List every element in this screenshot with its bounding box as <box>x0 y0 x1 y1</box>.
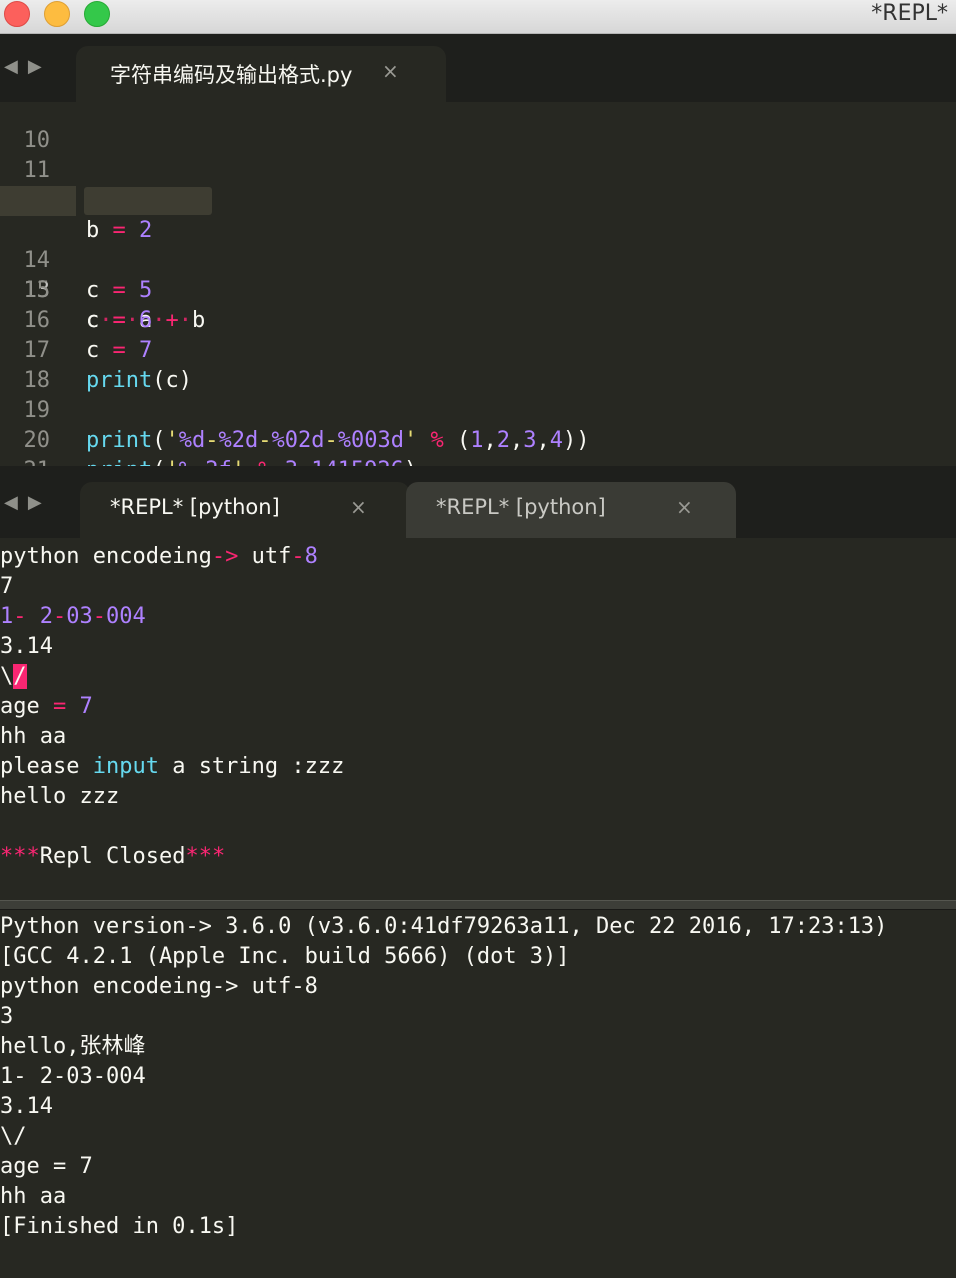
selection-highlight <box>84 187 212 215</box>
output-line: \/ <box>0 664 27 689</box>
console-line: python encodeing-> utf-8 <box>0 974 318 999</box>
console-line: age = 7 <box>0 1154 93 1179</box>
prev-tab-icon[interactable]: ◀ <box>4 492 28 513</box>
code-line: 16 c = 7 <box>0 276 956 363</box>
code-line: 21 print('\\/') <box>0 426 956 466</box>
code-line: 14 c = 5 <box>0 216 956 303</box>
code-line: 12 b = 2 <box>0 156 956 243</box>
output-line: hello zzz <box>0 784 120 809</box>
repl-tab-bar: ◀▶ *REPL* [python] × *REPL* [python] × <box>0 466 956 538</box>
window-title: *REPL* <box>871 1 948 26</box>
console-line: [GCC 4.2.1 (Apple Inc. build 5666) (dot … <box>0 944 570 969</box>
console-line: hh aa <box>0 1184 67 1209</box>
zoom-window-button[interactable] <box>84 1 110 27</box>
tab-nav: ◀▶ <box>4 56 52 77</box>
code-line: 10 <box>0 102 956 153</box>
code-line-current: 13 c·=·a·+·b <box>0 186 956 333</box>
tab-nav: ◀▶ <box>4 492 52 513</box>
output-line: please input a string :zzz <box>0 754 345 779</box>
output-line: 3.14 <box>0 634 53 659</box>
tab-label: *REPL* [python] <box>436 495 606 519</box>
editor-tab-bar: ◀▶ 字符串编码及输出格式.py × <box>0 34 956 102</box>
close-tab-icon[interactable]: × <box>350 495 367 519</box>
tab-repl-1[interactable]: *REPL* [python] × <box>80 482 410 538</box>
code-line: 17 print(c) <box>0 306 956 393</box>
build-output-panel[interactable]: Python version-> 3.6.0 (v3.6.0:41df79263… <box>0 910 956 1278</box>
output-line: hh aa <box>0 724 67 749</box>
console-line: 1- 2-03-004 <box>0 1064 146 1089</box>
code-line: 20 print('%.2f' % 3.1415926) <box>0 396 956 466</box>
code-editor[interactable]: 10 11 a = 1 12 b = 2 13 c·=·a·+·b 14 c =… <box>0 102 956 466</box>
current-line-gutter <box>0 186 76 216</box>
console-line: 3.14 <box>0 1094 53 1119</box>
code-line: 22 <box>0 456 956 466</box>
tab-python-file[interactable]: 字符串编码及输出格式.py × <box>76 46 446 102</box>
next-tab-icon[interactable]: ▶ <box>28 56 52 77</box>
code-line: 18 <box>0 336 956 393</box>
code-line: 19 print('%d-%2d-%02d-%003d' % (1,2,3,4)… <box>0 366 956 453</box>
output-line: 7 <box>0 574 14 599</box>
console-line: Python version-> 3.6.0 (v3.6.0:41df79263… <box>0 914 888 939</box>
text-cursor: / <box>13 664 27 689</box>
repl-closed-line: ***Repl Closed*** <box>0 844 226 869</box>
close-window-button[interactable] <box>4 1 30 27</box>
console-line: \/ <box>0 1124 27 1149</box>
window-titlebar: *REPL* <box>0 0 956 34</box>
code-line: 11 a = 1 <box>0 126 956 213</box>
output-line: python encodeing-> utf-8 <box>0 544 318 569</box>
tab-repl-2[interactable]: *REPL* [python] × <box>406 482 736 538</box>
minimize-window-button[interactable] <box>44 1 70 27</box>
tab-label: *REPL* [python] <box>110 495 280 519</box>
console-line: hello,张林峰 <box>0 1034 146 1059</box>
console-line: 3 <box>0 1004 14 1029</box>
panel-splitter[interactable] <box>0 900 956 910</box>
code-line: 15 c = 6 <box>0 246 956 333</box>
close-tab-icon[interactable]: × <box>676 495 693 519</box>
next-tab-icon[interactable]: ▶ <box>28 492 52 513</box>
output-line: 1- 2-03-004 <box>0 604 146 629</box>
console-line: [Finished in 0.1s] <box>0 1214 239 1239</box>
prev-tab-icon[interactable]: ◀ <box>4 56 28 77</box>
repl-output[interactable]: python encodeing-> utf-8 7 1- 2-03-004 3… <box>0 538 956 900</box>
tab-label: 字符串编码及输出格式.py <box>110 63 353 87</box>
close-tab-icon[interactable]: × <box>382 59 399 83</box>
output-line: age = 7 <box>0 694 93 719</box>
